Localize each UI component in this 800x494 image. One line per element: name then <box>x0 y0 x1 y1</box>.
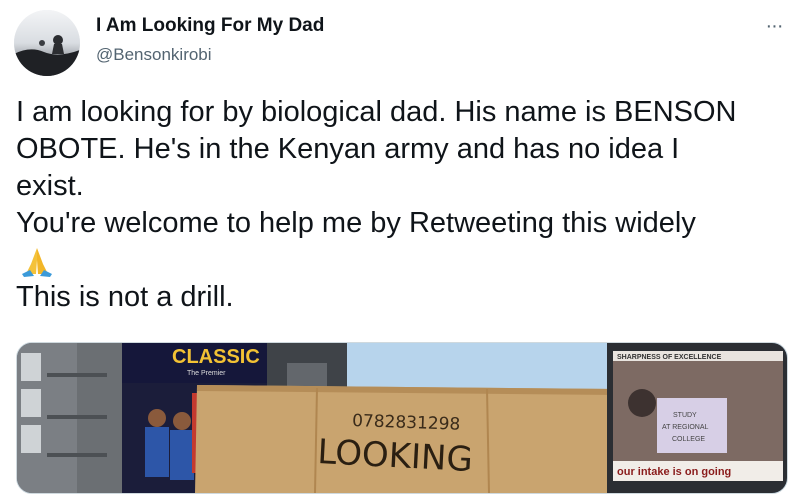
banner-sign-line: COLLEGE <box>672 436 705 443</box>
author-handle[interactable]: @Bensonkirobi <box>96 45 212 65</box>
cardboard-phone: 0782831298 <box>352 411 461 435</box>
banner-top-text: SHARPNESS OF EXCELLENCE <box>617 354 722 361</box>
billboard-text: CLASSIC <box>172 346 260 368</box>
banner-bottom-text: our intake is on going <box>617 466 731 478</box>
billboard-subtext: The Premier <box>187 370 226 377</box>
banner-sign-line: AT REGIONAL <box>662 424 709 431</box>
tweet-card: I Am Looking For My Dad @Bensonkirobi ··… <box>0 0 800 494</box>
tweet-text-line: exist. <box>16 170 84 202</box>
more-options-icon[interactable]: ··· <box>760 12 788 40</box>
profile-avatar[interactable] <box>14 10 80 76</box>
author-display-name[interactable]: I Am Looking For My Dad <box>96 15 324 37</box>
tweet-text-line: This is not a drill. <box>16 281 234 313</box>
tweet-text: I am looking for by biological dad. His … <box>16 94 791 316</box>
emoji-line <box>16 242 791 279</box>
avatar-image <box>14 10 80 76</box>
cardboard-text: LOOKING <box>317 432 474 480</box>
banner-sign-line: STUDY <box>673 412 697 419</box>
tweet-media-photo[interactable]: CLASSIC The Premier 0782831298 LOOKING S… <box>16 342 788 494</box>
tweet-text-line: OBOTE. He's in the Kenyan army and has n… <box>16 133 680 165</box>
tweet-text-line: You're welcome to help me by Retweeting … <box>16 207 696 239</box>
street-photo: CLASSIC The Premier 0782831298 LOOKING S… <box>17 343 787 493</box>
tweet-text-line: I am looking for by biological dad. His … <box>16 96 737 128</box>
folded-hands-emoji <box>22 248 52 278</box>
